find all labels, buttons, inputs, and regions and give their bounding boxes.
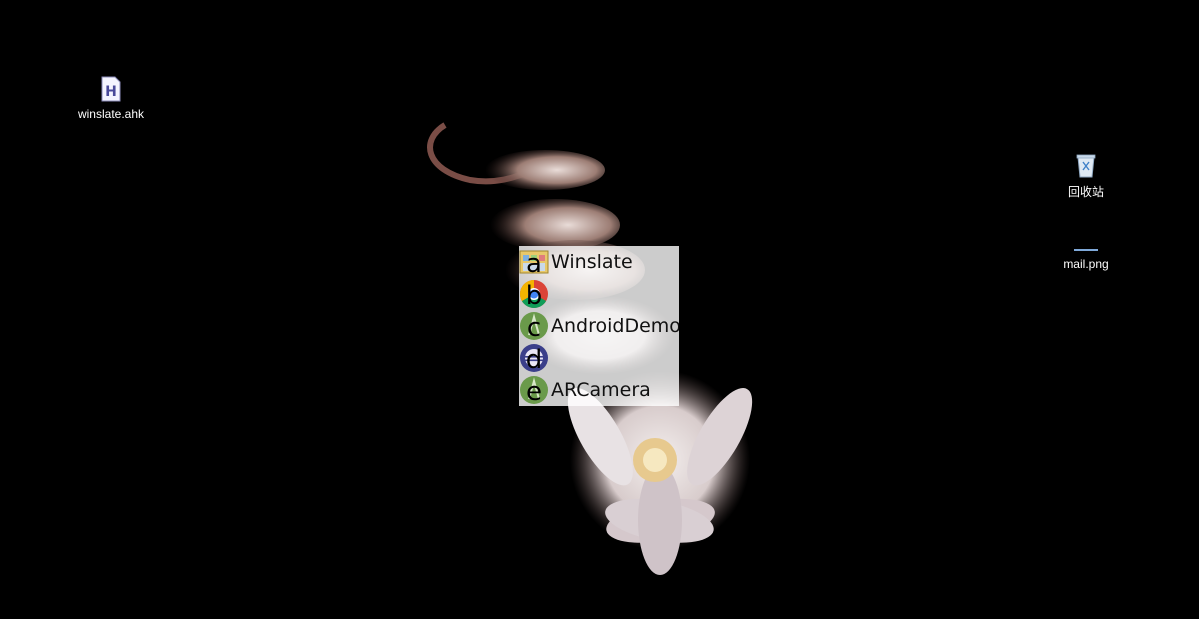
switcher-window-title: Winslate — [551, 251, 633, 273]
android-studio-icon: e — [519, 375, 549, 406]
chrome-icon: b — [519, 279, 549, 311]
recycle-bin-icon — [1041, 152, 1131, 181]
ahk-script-icon: H — [66, 76, 156, 105]
desktop-icon-label: 回收站 — [1067, 185, 1104, 199]
switcher-item-arcamera[interactable]: e ARCamera — [519, 374, 679, 406]
folder-app-icon: a — [519, 247, 549, 279]
desktop-icon-recycle-bin[interactable]: 回收站 — [1041, 152, 1131, 200]
switcher-hotkey: b — [525, 281, 543, 311]
switcher-window-title: ARCamera — [551, 379, 651, 401]
desktop-icon-label: winslate.ahk — [77, 107, 145, 121]
android-studio-icon: c — [519, 311, 549, 343]
switcher-item-androiddemo[interactable]: c AndroidDemo — [519, 310, 679, 343]
switcher-hotkey: c — [526, 313, 542, 343]
image-file-icon — [1041, 240, 1131, 255]
switcher-item-eclipse[interactable]: d — [519, 342, 679, 375]
desktop-icon-label: mail.png — [1063, 257, 1109, 271]
desktop-icon-mail-png[interactable]: mail.png — [1041, 240, 1131, 271]
switcher-window-title: AndroidDemo — [551, 315, 679, 337]
window-switcher: a Winslate b c AndroidDemo d e ARCamera — [519, 246, 679, 406]
desktop: H winslate.ahk 回收站 mail.png a Winslate b… — [0, 0, 1199, 619]
eclipse-icon: d — [519, 343, 549, 375]
svg-text:H: H — [105, 84, 117, 100]
switcher-item-chrome[interactable]: b — [519, 278, 679, 311]
switcher-hotkey: e — [526, 377, 542, 406]
switcher-item-winslate[interactable]: a Winslate — [519, 246, 679, 279]
switcher-hotkey: a — [526, 249, 542, 279]
desktop-icon-winslate-ahk[interactable]: H winslate.ahk — [66, 76, 156, 121]
switcher-hotkey: d — [525, 345, 543, 375]
